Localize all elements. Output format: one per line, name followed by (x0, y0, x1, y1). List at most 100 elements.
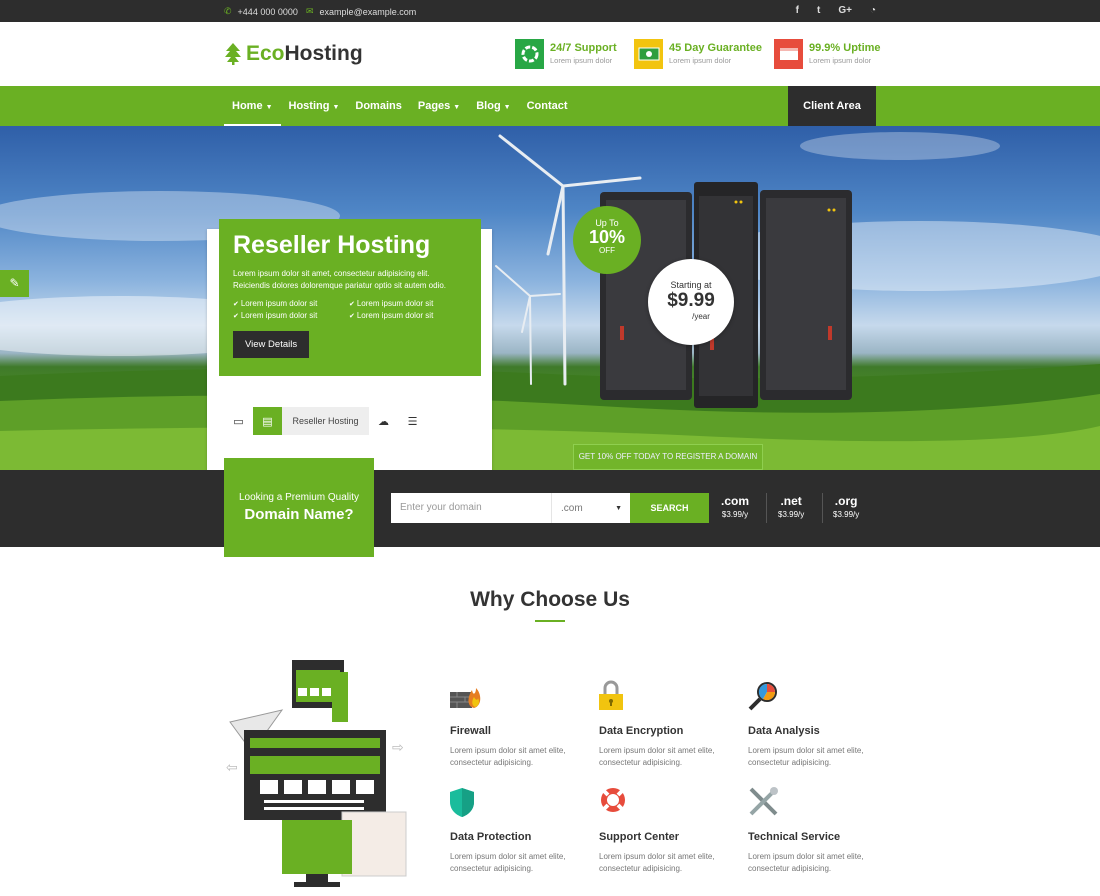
nav-label: Blog (476, 100, 501, 112)
social-links: f t G+ ◔ (796, 5, 876, 16)
tld-price: $3.99/y (778, 510, 805, 519)
analysis-icon (748, 682, 777, 711)
section-title: Why Choose Us (470, 588, 630, 611)
domain-label-box: Looking a Premium Quality Domain Name? (224, 458, 374, 557)
service-desc: Lorem ipsum dolor sit amet elite, consec… (450, 746, 566, 767)
tld-price: $3.99/y (721, 510, 749, 519)
nav-item-contact[interactable]: Contact (519, 86, 576, 126)
chevron-down-icon: ▼ (503, 104, 511, 111)
laptop-icon[interactable]: ▭ (224, 407, 253, 435)
promo-description: Lorem ipsum dolor sit amet, consectetur … (233, 269, 447, 290)
service-data-analysis: Data Analysis Lorem ipsum dolor sit amet… (748, 680, 878, 769)
nav-label: Contact (526, 100, 568, 112)
envelope-icon: ✉ (306, 6, 314, 16)
feature-uptime: 99.9% Uptime Lorem ipsum dolor (774, 39, 881, 69)
email-text: example@example.com (319, 6, 417, 17)
server-icon[interactable]: ▤ (253, 407, 282, 435)
service-desc: Lorem ipsum dolor sit amet elite, consec… (450, 852, 566, 873)
service-desc: Lorem ipsum dolor sit amet elite, consec… (599, 852, 715, 873)
google-plus-icon[interactable]: G+ (838, 5, 852, 16)
tld-selected: .com (561, 503, 583, 514)
price-value: $9.99 (667, 290, 715, 311)
facebook-icon[interactable]: f (796, 5, 799, 16)
feature-title: 99.9% Uptime (809, 42, 881, 54)
domain-offer-tag[interactable]: GET 10% OFF TODAY TO REGISTER A DOMAIN (573, 444, 763, 470)
tld-select[interactable]: .com ▼ (551, 493, 630, 523)
tld-name: .net (780, 494, 802, 508)
service-desc: Lorem ipsum dolor sit amet elite, consec… (748, 852, 864, 873)
service-data-protection: Data Protection Lorem ipsum dolor sit am… (450, 786, 580, 875)
svg-text:⇦: ⇦ (226, 759, 238, 775)
dedicated-icon[interactable]: ☰ (398, 407, 427, 435)
feature-subtitle: Lorem ipsum dolor (669, 56, 732, 65)
firewall-icon (450, 688, 481, 708)
view-details-button[interactable]: View Details (233, 331, 310, 358)
site-header: Eco Hosting 24/7 Support Lorem ipsum dolo… (0, 22, 1100, 86)
chevron-down-icon: ▼ (332, 104, 340, 111)
uptime-icon (774, 39, 803, 69)
logo-eco: Eco (246, 42, 285, 65)
tld-name: .org (834, 494, 858, 508)
service-title: Data Analysis (748, 725, 820, 737)
promo-feature: Lorem ipsum dolor sit (233, 311, 349, 320)
nav-item-pages[interactable]: Pages ▼ (410, 86, 468, 126)
lifebuoy-icon (601, 788, 625, 812)
lock-icon (599, 680, 623, 710)
nav-item-domains[interactable]: Domains (347, 86, 409, 126)
service-desc: Lorem ipsum dolor sit amet elite, consec… (748, 746, 864, 767)
service-title: Technical Service (748, 831, 841, 843)
price-badge: Starting at $9.99 /year (648, 259, 734, 345)
nav-label: Domains (355, 100, 402, 112)
rss-icon[interactable]: ◔ (870, 5, 876, 16)
money-icon (634, 39, 663, 69)
tab-reseller-hosting[interactable]: Reseller Hosting (282, 407, 369, 435)
email-contact[interactable]: ✉ example@example.com (306, 6, 416, 17)
divider (822, 493, 823, 523)
domain-label-big: Domain Name? (244, 506, 354, 523)
service-title: Data Encryption (599, 725, 684, 737)
chevron-down-icon: ▼ (265, 104, 273, 111)
discount-badge: Up To 10% OFF (573, 206, 641, 274)
phone-text: +444 000 0000 (237, 6, 298, 17)
price-suffix: /year (692, 312, 710, 321)
nav-label: Hosting (288, 100, 330, 112)
tld-net: .net $3.99/y (778, 494, 804, 519)
divider (766, 493, 767, 523)
promo-feature-list: Lorem ipsum dolor sit Lorem ipsum dolor … (233, 299, 467, 320)
twitter-icon[interactable]: t (817, 5, 820, 16)
title-underline (535, 620, 565, 622)
hero-background-image (0, 132, 1100, 470)
promo-title: Reseller Hosting (233, 231, 431, 259)
client-area-button[interactable]: Client Area (788, 86, 876, 126)
nav-label: Home (232, 100, 263, 112)
paintbrush-icon[interactable]: ✎ (0, 270, 29, 297)
promo-card: Reseller Hosting Lorem ipsum dolor sit a… (219, 219, 481, 376)
phone-icon: ✆ (224, 6, 232, 16)
phone-contact[interactable]: ✆ +444 000 0000 (224, 6, 298, 17)
feature-subtitle: Lorem ipsum dolor (809, 56, 872, 65)
tree-icon (225, 43, 241, 65)
cloud-icon[interactable]: ☁ (369, 407, 398, 435)
service-data-encryption: Data Encryption Lorem ipsum dolor sit am… (599, 680, 729, 769)
tld-org: .org $3.99/y (833, 494, 859, 519)
tools-icon (749, 787, 778, 816)
nav-item-home[interactable]: Home ▼ (224, 86, 281, 126)
tld-name: .com (721, 494, 750, 508)
top-bar: ✆ +444 000 0000 ✉ example@example.com f … (0, 0, 1100, 22)
nav-item-blog[interactable]: Blog ▼ (468, 86, 518, 126)
discount-value: 10% (588, 227, 626, 247)
chevron-down-icon: ▼ (615, 505, 622, 512)
domain-input[interactable]: Enter your domain (391, 493, 551, 523)
logo[interactable]: Eco Hosting (224, 42, 363, 66)
hosting-type-tabs: ▭ ▤ Reseller Hosting ☁ ☰ (224, 407, 427, 435)
hero-banner: ✎ Reseller Hosting Lorem ipsum dolor sit… (0, 126, 1100, 470)
chevron-down-icon: ▼ (453, 104, 461, 111)
nav-item-hosting[interactable]: Hosting ▼ (281, 86, 348, 126)
feature-title: 45 Day Guarantee (669, 42, 762, 54)
domain-search-button[interactable]: SEARCH (630, 493, 709, 523)
logo-hosting: Hosting (284, 42, 363, 65)
hosting-illustration: ⇨ ⇦ (226, 660, 407, 887)
service-title: Firewall (450, 725, 491, 737)
feature-support: 24/7 Support Lorem ipsum dolor (515, 39, 617, 69)
discount-suffix: OFF (599, 246, 615, 255)
